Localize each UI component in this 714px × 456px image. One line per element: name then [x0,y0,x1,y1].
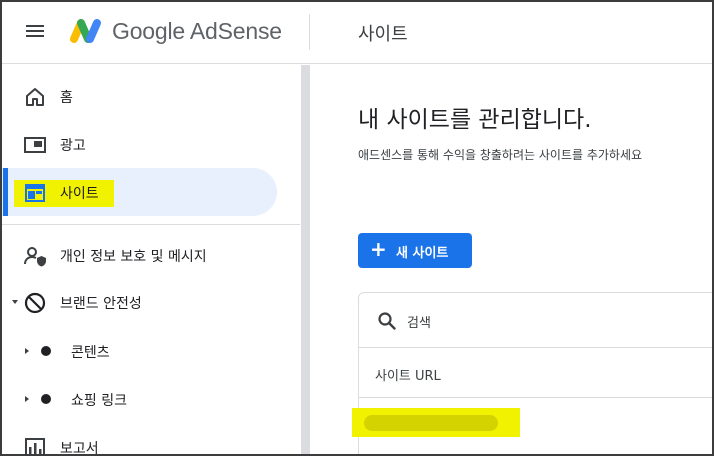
adsense-logo[interactable] [66,14,104,48]
dot-icon [41,346,51,356]
sites-icon [25,184,45,202]
sidebar-item-label: 콘텐츠 [71,345,110,361]
sidebar-item-label: 브랜드 안전성 [60,296,142,312]
sidebar-item-shopping-links[interactable]: 쇼핑 링크 [0,375,300,423]
privacy-messaging-icon [24,247,46,267]
sidebar-item-ads[interactable]: 광고 [0,120,300,168]
sidebar-item-home[interactable]: 홈 [0,72,300,120]
bar-chart-icon [25,438,45,456]
sidebar-item-label: 쇼핑 링크 [71,393,127,409]
page-title: 사이트 [358,24,408,45]
sidebar-item-label: 보고서 [60,441,99,456]
search-icon [378,312,396,330]
sidebar-item-label: 사이트 [60,186,99,202]
sidebar-nav: 홈 광고 사이트 개인 정보 보호 및 메시지 브랜드 안전성 콘텐츠 쇼핑 링… [0,65,301,456]
sidebar-item-content[interactable]: 콘텐츠 [0,327,300,375]
new-site-button[interactable]: + 새 사이트 [358,233,472,268]
new-site-label: 새 사이트 [396,246,449,261]
block-icon [24,292,46,314]
table-header-row: 사이트 URL [359,349,714,398]
search-input[interactable]: 검색 [407,312,431,331]
sidebar-item-sites[interactable]: 사이트 [0,168,300,216]
top-app-bar: Google AdSense 사이트 [0,0,714,64]
main-heading: 내 사이트를 관리합니다. [358,107,592,133]
main-description: 애드센스를 통해 수익을 창출하려는 사이트를 추가하세요 [358,148,643,162]
dot-icon [41,394,51,404]
menu-icon[interactable] [24,22,46,40]
column-header-site-url[interactable]: 사이트 URL [375,365,441,384]
sidebar-item-brand-safety[interactable]: 브랜드 안전성 [0,278,300,326]
sidebar-item-privacy-messaging[interactable]: 개인 정보 보호 및 메시지 [0,231,300,279]
sidebar-item-label: 개인 정보 보호 및 메시지 [60,249,207,265]
ads-icon [24,137,46,153]
sidebar-item-reports[interactable]: 보고서 [0,423,300,456]
sidebar-item-label: 광고 [60,138,86,154]
brand-name: Google AdSense [112,18,282,44]
header-divider [309,14,310,50]
home-icon [26,88,44,106]
table-search-bar[interactable]: 검색 [359,293,714,348]
sidebar-scrollbar[interactable] [301,65,310,456]
sidebar-divider [0,224,300,225]
plus-icon: + [370,237,387,261]
redacted-site-url[interactable] [364,415,498,431]
sidebar-item-label: 홈 [60,90,73,106]
